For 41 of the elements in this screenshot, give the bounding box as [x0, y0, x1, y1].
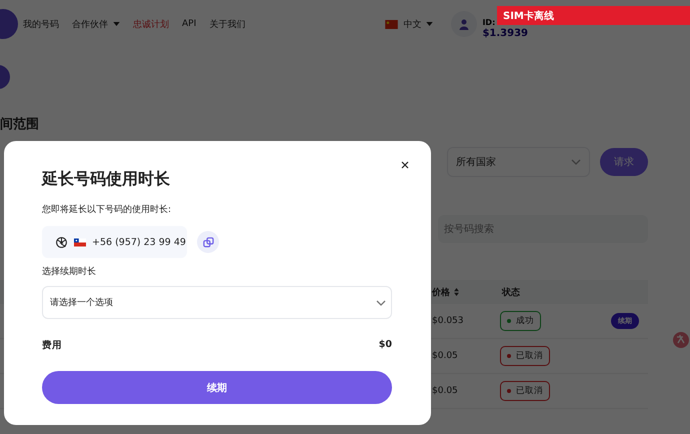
status-badge: 已取消: [500, 346, 550, 366]
nav-link[interactable]: 我的号码: [23, 18, 59, 30]
flag-icon: [385, 20, 398, 28]
cost-label: 费用: [42, 339, 62, 352]
language-selector[interactable]: 中文: [385, 18, 434, 30]
translate-icon[interactable]: [671, 330, 690, 350]
flag-icon: [74, 238, 86, 246]
field-label: 选择续期时长: [42, 266, 97, 278]
price-cell-text: $0.05: [431, 386, 459, 396]
nav-link[interactable]: API: [182, 18, 196, 30]
column-header[interactable]: 价格: [430, 286, 500, 298]
status-badge: 成功: [500, 311, 541, 331]
column-header: 状态: [500, 286, 521, 298]
account-id: ID:: [482, 18, 496, 26]
price-cell-text: $0.05: [431, 351, 459, 361]
nav-link[interactable]: 忠诚计划: [133, 18, 169, 30]
request-button[interactable]: 请求: [600, 148, 648, 176]
avatar-icon[interactable]: [451, 11, 478, 37]
copy-icon: [202, 236, 214, 248]
renew-submit-button[interactable]: 续期: [42, 371, 392, 404]
nav-link[interactable]: 合作伙伴: [72, 18, 120, 30]
section-title: 间范围: [0, 116, 40, 133]
nav-link[interactable]: 关于我们: [209, 18, 246, 30]
caret-icon: [113, 22, 120, 26]
sim-offline-toast: SIM卡离线: [497, 6, 690, 25]
sort-icon: [454, 288, 459, 296]
phone-number: +56 (957) 23 99 49: [92, 236, 186, 248]
caret-icon: [426, 22, 434, 26]
country-select[interactable]: 所有国家: [447, 147, 590, 177]
account-balance: $1.3939: [482, 28, 528, 38]
cost-value: $0: [378, 339, 392, 352]
status-badge: 已取消: [500, 381, 550, 401]
close-button[interactable]: [399, 159, 411, 171]
duration-select[interactable]: 请选择一个选项: [42, 286, 392, 319]
knot-icon: [55, 236, 68, 248]
price-cell-text: $0.053: [431, 316, 464, 326]
chevron-icon: [376, 300, 386, 306]
copy-button[interactable]: [197, 231, 219, 253]
chevron-icon: [571, 159, 581, 165]
modal-intro: 您即将延长以下号码的使用时长:: [42, 204, 172, 216]
modal-title: 延长号码使用时长: [42, 169, 171, 190]
